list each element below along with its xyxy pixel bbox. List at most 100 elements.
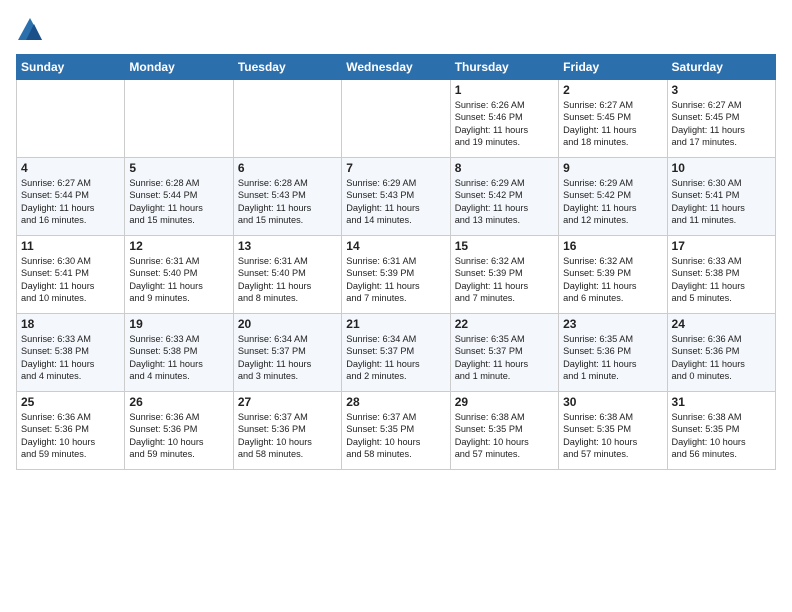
calendar-cell: 28 Sunrise: 6:37 AM Sunset: 5:35 PM Dayli… (342, 392, 450, 470)
calendar-cell: 23 Sunrise: 6:35 AM Sunset: 5:36 PM Dayli… (559, 314, 667, 392)
day-info: Sunrise: 6:33 AM Sunset: 5:38 PM Dayligh… (129, 333, 228, 383)
calendar-cell: 30Sunrise: 6:38 AM Sunset: 5:35 PM Dayli… (559, 392, 667, 470)
calendar-header-row: SundayMondayTuesdayWednesdayThursdayFrid… (17, 55, 776, 80)
day-info: Sunrise: 6:34 AM Sunset: 5:37 PM Dayligh… (346, 333, 445, 383)
day-info: Sunrise: 6:35 AM Sunset: 5:37 PM Dayligh… (455, 333, 554, 383)
day-number: 7 (346, 161, 445, 175)
day-info: Sunrise: 6:36 AM Sunset: 5:36 PM Dayligh… (672, 333, 771, 383)
calendar-cell: 17Sunrise: 6:33 AM Sunset: 5:38 PM Dayli… (667, 236, 775, 314)
calendar-cell: 22 Sunrise: 6:35 AM Sunset: 5:37 PM Dayli… (450, 314, 558, 392)
calendar-cell: 15 Sunrise: 6:32 AM Sunset: 5:39 PM Dayli… (450, 236, 558, 314)
day-info: Sunrise: 6:31 AM Sunset: 5:40 PM Dayligh… (129, 255, 228, 305)
day-info: Sunrise: 6:26 AM Sunset: 5:46 PM Dayligh… (455, 99, 554, 149)
calendar-cell: 7 Sunrise: 6:29 AM Sunset: 5:43 PM Daylig… (342, 158, 450, 236)
day-number: 31 (672, 395, 771, 409)
calendar-cell: 9 Sunrise: 6:29 AM Sunset: 5:42 PM Daylig… (559, 158, 667, 236)
calendar-cell: 12 Sunrise: 6:31 AM Sunset: 5:40 PM Dayli… (125, 236, 233, 314)
day-number: 18 (21, 317, 120, 331)
calendar-header-friday: Friday (559, 55, 667, 80)
calendar-cell: 21 Sunrise: 6:34 AM Sunset: 5:37 PM Dayli… (342, 314, 450, 392)
calendar-cell: 1 Sunrise: 6:26 AM Sunset: 5:46 PM Daylig… (450, 80, 558, 158)
calendar-header-monday: Monday (125, 55, 233, 80)
calendar-cell: 24 Sunrise: 6:36 AM Sunset: 5:36 PM Dayli… (667, 314, 775, 392)
day-number: 25 (21, 395, 120, 409)
day-info: Sunrise: 6:36 AM Sunset: 5:36 PM Dayligh… (21, 411, 120, 461)
day-info: Sunrise: 6:30 AM Sunset: 5:41 PM Dayligh… (21, 255, 120, 305)
day-info: Sunrise: 6:29 AM Sunset: 5:43 PM Dayligh… (346, 177, 445, 227)
day-number: 20 (238, 317, 337, 331)
day-info: Sunrise: 6:38 AM Sunset: 5:35 PM Dayligh… (563, 411, 662, 461)
calendar-header-sunday: Sunday (17, 55, 125, 80)
logo-icon (16, 16, 44, 44)
day-number: 28 (346, 395, 445, 409)
calendar-cell: 26Sunrise: 6:36 AM Sunset: 5:36 PM Dayli… (125, 392, 233, 470)
day-number: 26 (129, 395, 228, 409)
day-info: Sunrise: 6:37 AM Sunset: 5:36 PM Dayligh… (238, 411, 337, 461)
calendar-week-4: 18 Sunrise: 6:33 AM Sunset: 5:38 PM Dayli… (17, 314, 776, 392)
logo (16, 16, 46, 44)
day-info: Sunrise: 6:28 AM Sunset: 5:43 PM Dayligh… (238, 177, 337, 227)
day-number: 8 (455, 161, 554, 175)
day-info: Sunrise: 6:30 AM Sunset: 5:41 PM Dayligh… (672, 177, 771, 227)
day-info: Sunrise: 6:31 AM Sunset: 5:40 PM Dayligh… (238, 255, 337, 305)
day-number: 5 (129, 161, 228, 175)
calendar-cell: 25 Sunrise: 6:36 AM Sunset: 5:36 PM Dayli… (17, 392, 125, 470)
day-info: Sunrise: 6:34 AM Sunset: 5:37 PM Dayligh… (238, 333, 337, 383)
calendar-header-saturday: Saturday (667, 55, 775, 80)
day-info: Sunrise: 6:31 AM Sunset: 5:39 PM Dayligh… (346, 255, 445, 305)
calendar-cell: 11 Sunrise: 6:30 AM Sunset: 5:41 PM Dayli… (17, 236, 125, 314)
day-info: Sunrise: 6:38 AM Sunset: 5:35 PM Dayligh… (672, 411, 771, 461)
day-number: 11 (21, 239, 120, 253)
calendar-cell: 20 Sunrise: 6:34 AM Sunset: 5:37 PM Dayli… (233, 314, 341, 392)
calendar-cell: 4 Sunrise: 6:27 AM Sunset: 5:44 PM Daylig… (17, 158, 125, 236)
calendar-cell (342, 80, 450, 158)
day-info: Sunrise: 6:38 AM Sunset: 5:35 PM Dayligh… (455, 411, 554, 461)
day-number: 4 (21, 161, 120, 175)
calendar-week-3: 11 Sunrise: 6:30 AM Sunset: 5:41 PM Dayli… (17, 236, 776, 314)
day-info: Sunrise: 6:33 AM Sunset: 5:38 PM Dayligh… (672, 255, 771, 305)
day-info: Sunrise: 6:29 AM Sunset: 5:42 PM Dayligh… (455, 177, 554, 227)
day-info: Sunrise: 6:29 AM Sunset: 5:42 PM Dayligh… (563, 177, 662, 227)
calendar-cell: 18 Sunrise: 6:33 AM Sunset: 5:38 PM Dayli… (17, 314, 125, 392)
day-number: 6 (238, 161, 337, 175)
day-number: 23 (563, 317, 662, 331)
calendar-cell: 31 Sunrise: 6:38 AM Sunset: 5:35 PM Dayli… (667, 392, 775, 470)
calendar-cell (17, 80, 125, 158)
day-info: Sunrise: 6:35 AM Sunset: 5:36 PM Dayligh… (563, 333, 662, 383)
day-info: Sunrise: 6:27 AM Sunset: 5:44 PM Dayligh… (21, 177, 120, 227)
day-number: 24 (672, 317, 771, 331)
calendar-header-wednesday: Wednesday (342, 55, 450, 80)
calendar-week-1: 1 Sunrise: 6:26 AM Sunset: 5:46 PM Daylig… (17, 80, 776, 158)
day-number: 22 (455, 317, 554, 331)
day-number: 9 (563, 161, 662, 175)
day-number: 2 (563, 83, 662, 97)
calendar-cell: 8 Sunrise: 6:29 AM Sunset: 5:42 PM Daylig… (450, 158, 558, 236)
calendar-week-2: 4 Sunrise: 6:27 AM Sunset: 5:44 PM Daylig… (17, 158, 776, 236)
calendar-table: SundayMondayTuesdayWednesdayThursdayFrid… (16, 54, 776, 470)
calendar-cell (233, 80, 341, 158)
day-info: Sunrise: 6:27 AM Sunset: 5:45 PM Dayligh… (563, 99, 662, 149)
day-number: 29 (455, 395, 554, 409)
day-number: 10 (672, 161, 771, 175)
day-info: Sunrise: 6:32 AM Sunset: 5:39 PM Dayligh… (455, 255, 554, 305)
day-number: 14 (346, 239, 445, 253)
day-number: 1 (455, 83, 554, 97)
calendar-cell: 5Sunrise: 6:28 AM Sunset: 5:44 PM Daylig… (125, 158, 233, 236)
calendar-cell (125, 80, 233, 158)
day-info: Sunrise: 6:37 AM Sunset: 5:35 PM Dayligh… (346, 411, 445, 461)
calendar-cell: 16 Sunrise: 6:32 AM Sunset: 5:39 PM Dayli… (559, 236, 667, 314)
calendar-cell: 6 Sunrise: 6:28 AM Sunset: 5:43 PM Daylig… (233, 158, 341, 236)
calendar-cell: 2 Sunrise: 6:27 AM Sunset: 5:45 PM Daylig… (559, 80, 667, 158)
calendar-cell: 10 Sunrise: 6:30 AM Sunset: 5:41 PM Dayli… (667, 158, 775, 236)
calendar-week-5: 25 Sunrise: 6:36 AM Sunset: 5:36 PM Dayli… (17, 392, 776, 470)
day-info: Sunrise: 6:32 AM Sunset: 5:39 PM Dayligh… (563, 255, 662, 305)
calendar-cell: 29 Sunrise: 6:38 AM Sunset: 5:35 PM Dayli… (450, 392, 558, 470)
calendar-cell: 27Sunrise: 6:37 AM Sunset: 5:36 PM Dayli… (233, 392, 341, 470)
day-number: 16 (563, 239, 662, 253)
day-number: 13 (238, 239, 337, 253)
day-number: 21 (346, 317, 445, 331)
day-number: 12 (129, 239, 228, 253)
day-info: Sunrise: 6:27 AM Sunset: 5:45 PM Dayligh… (672, 99, 771, 149)
day-info: Sunrise: 6:33 AM Sunset: 5:38 PM Dayligh… (21, 333, 120, 383)
day-number: 15 (455, 239, 554, 253)
